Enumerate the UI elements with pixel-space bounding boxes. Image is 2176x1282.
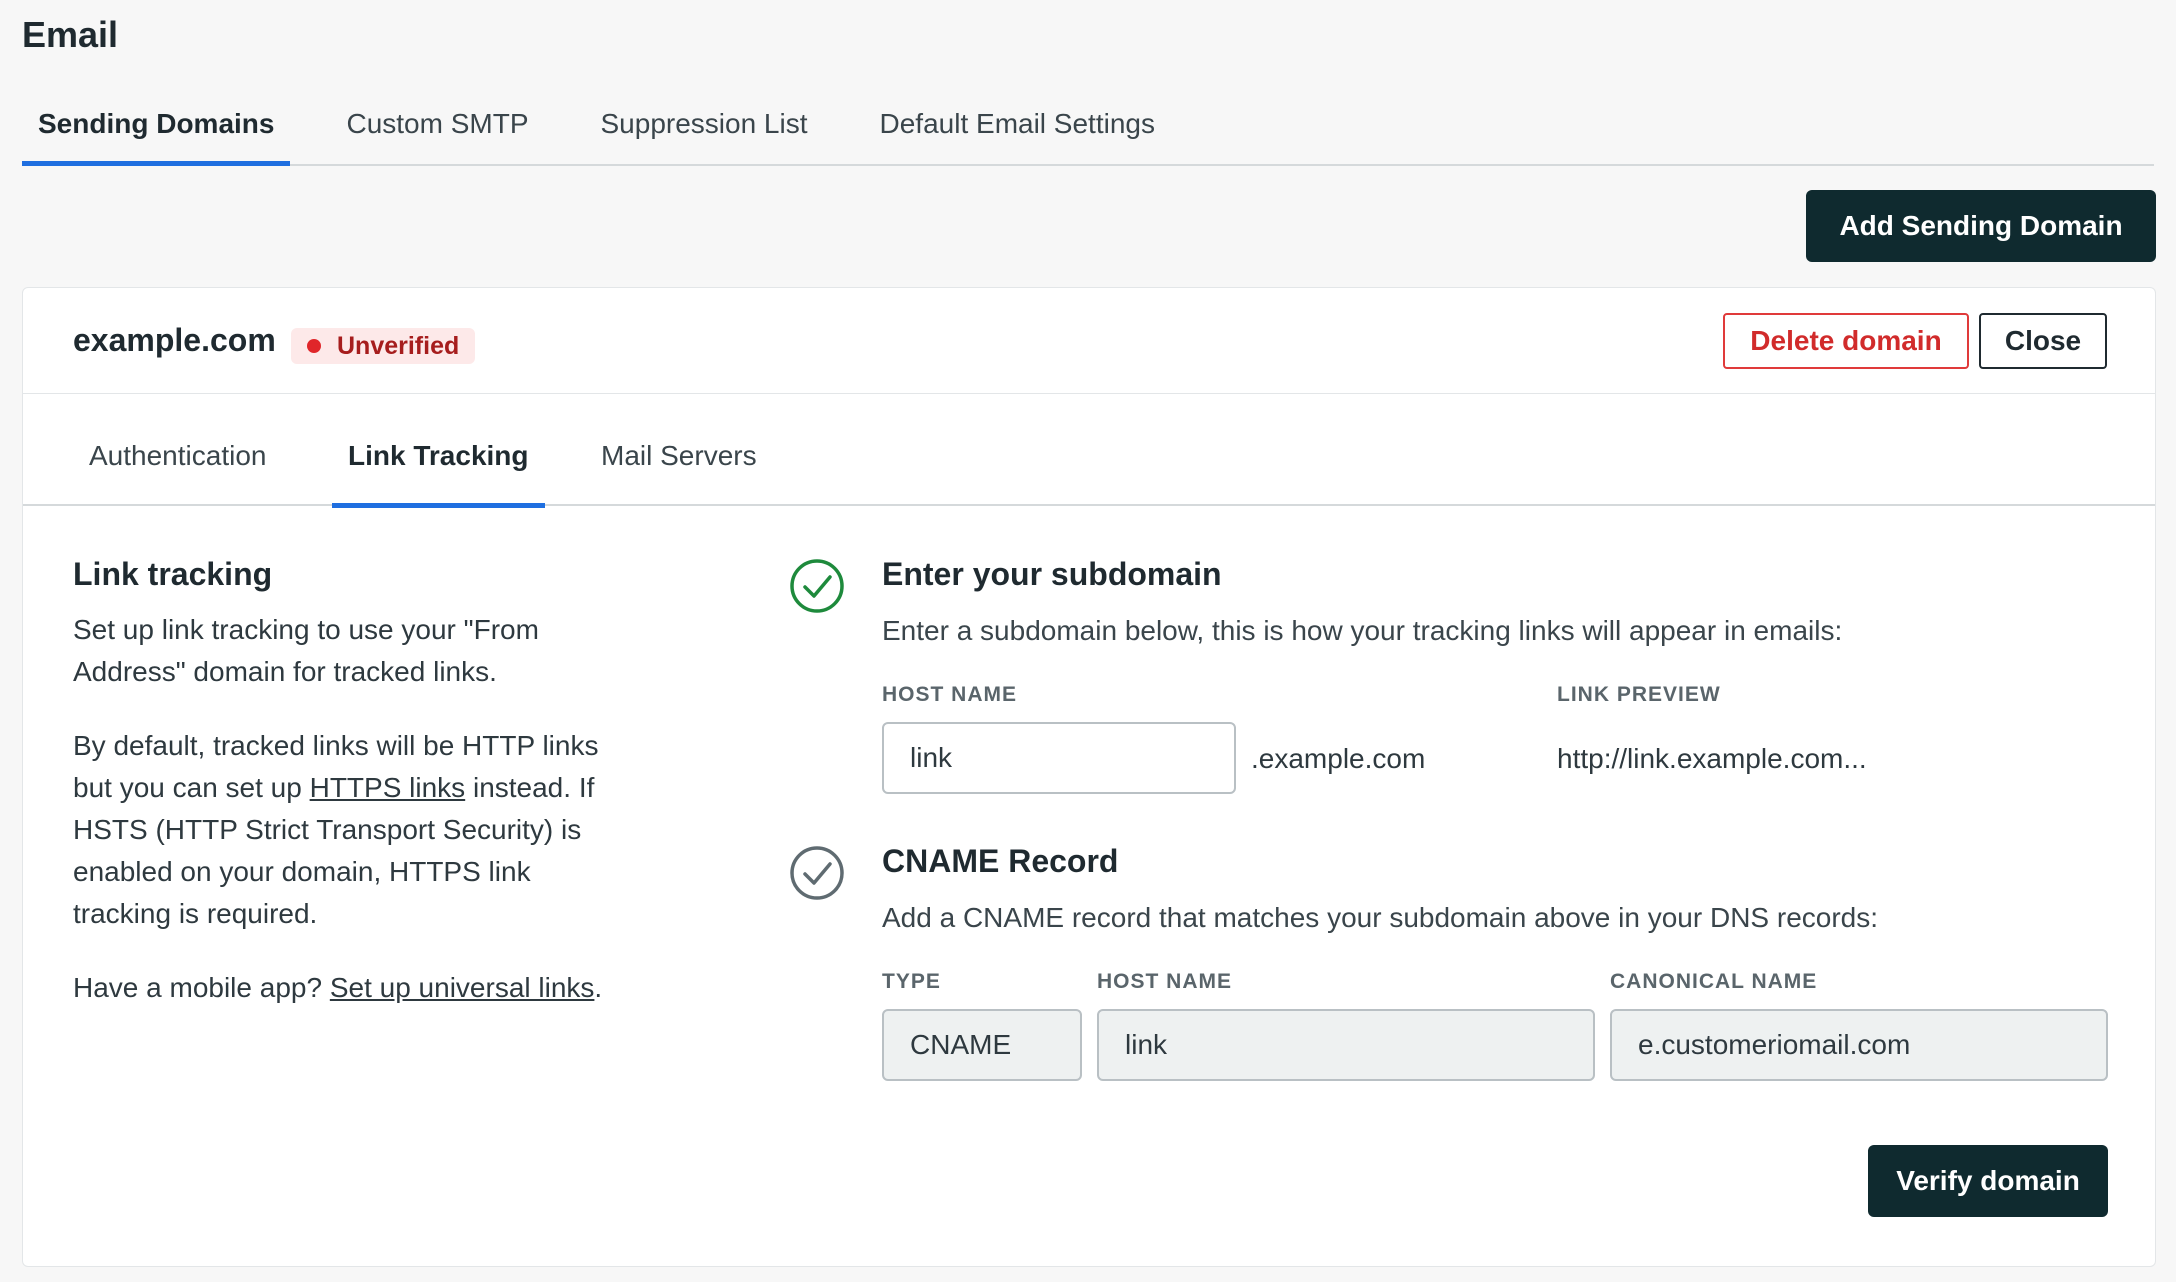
info-paragraph-3: Have a mobile app? Set up universal link…: [73, 967, 613, 1009]
info-paragraph-2: By default, tracked links will be HTTP l…: [73, 725, 613, 935]
status-badge: Unverified: [291, 328, 476, 364]
cname-step-description: Add a CNAME record that matches your sub…: [882, 902, 1879, 933]
https-links-link[interactable]: HTTPS links: [310, 772, 466, 803]
add-sending-domain-button[interactable]: Add Sending Domain: [1806, 190, 2156, 262]
status-dot-icon: [307, 339, 321, 353]
tab-sending-domains[interactable]: Sending Domains: [22, 96, 291, 166]
info-paragraph-1: Set up link tracking to use your "From A…: [73, 614, 539, 687]
tab-authentication[interactable]: Authentication: [73, 440, 282, 506]
tab-custom-smtp[interactable]: Custom SMTP: [330, 96, 544, 164]
domain-suffix: .example.com: [1251, 743, 1426, 774]
tab-suppression-list[interactable]: Suppression List: [585, 96, 824, 164]
tab-mail-servers[interactable]: Mail Servers: [585, 440, 773, 506]
cname-host-label: HOST NAME: [1097, 970, 1232, 993]
check-circle-icon: [790, 559, 844, 613]
delete-domain-button[interactable]: Delete domain: [1723, 313, 1969, 369]
info-text: .: [594, 972, 603, 1003]
subdomain-step-description: Enter a subdomain below, this is how you…: [882, 615, 1843, 646]
tab-default-email-settings[interactable]: Default Email Settings: [864, 96, 1171, 164]
info-title: Link tracking: [73, 556, 273, 592]
link-preview-label: LINK PREVIEW: [1557, 683, 1721, 706]
close-button[interactable]: Close: [1979, 313, 2107, 369]
canonical-name-label: CANONICAL NAME: [1610, 970, 1818, 993]
top-tabs: Sending Domains Custom SMTP Suppression …: [22, 96, 2154, 166]
domain-name: example.com: [73, 322, 276, 358]
cname-step-title: CNAME Record: [882, 843, 1119, 879]
canonical-name-field[interactable]: [1610, 1009, 2108, 1081]
host-name-label: HOST NAME: [882, 683, 1017, 706]
verify-domain-button[interactable]: Verify domain: [1868, 1145, 2108, 1217]
domain-card: example.com Unverified Delete domain Clo…: [22, 287, 2156, 1267]
subdomain-host-input[interactable]: [882, 722, 1236, 794]
link-preview-value: http://link.example.com...: [1557, 743, 1867, 774]
type-label: TYPE: [882, 970, 941, 993]
domain-card-header: example.com Unverified Delete domain Clo…: [23, 288, 2155, 394]
domain-sub-tabs: Authentication Link Tracking Mail Server…: [23, 394, 2155, 508]
check-circle-icon: [790, 846, 844, 900]
tab-link-tracking[interactable]: Link Tracking: [332, 440, 545, 508]
link-tracking-info: Link tracking Set up link tracking to us…: [73, 556, 613, 1041]
subdomain-step-title: Enter your subdomain: [882, 556, 1222, 592]
record-type-field[interactable]: [882, 1009, 1082, 1081]
cname-host-field[interactable]: [1097, 1009, 1595, 1081]
universal-links-link[interactable]: Set up universal links: [330, 972, 595, 1003]
status-badge-label: Unverified: [337, 331, 460, 360]
page-title: Email: [22, 14, 119, 55]
info-text: Have a mobile app?: [73, 972, 330, 1003]
email-settings-page: Email Sending Domains Custom SMTP Suppre…: [0, 0, 2176, 1282]
